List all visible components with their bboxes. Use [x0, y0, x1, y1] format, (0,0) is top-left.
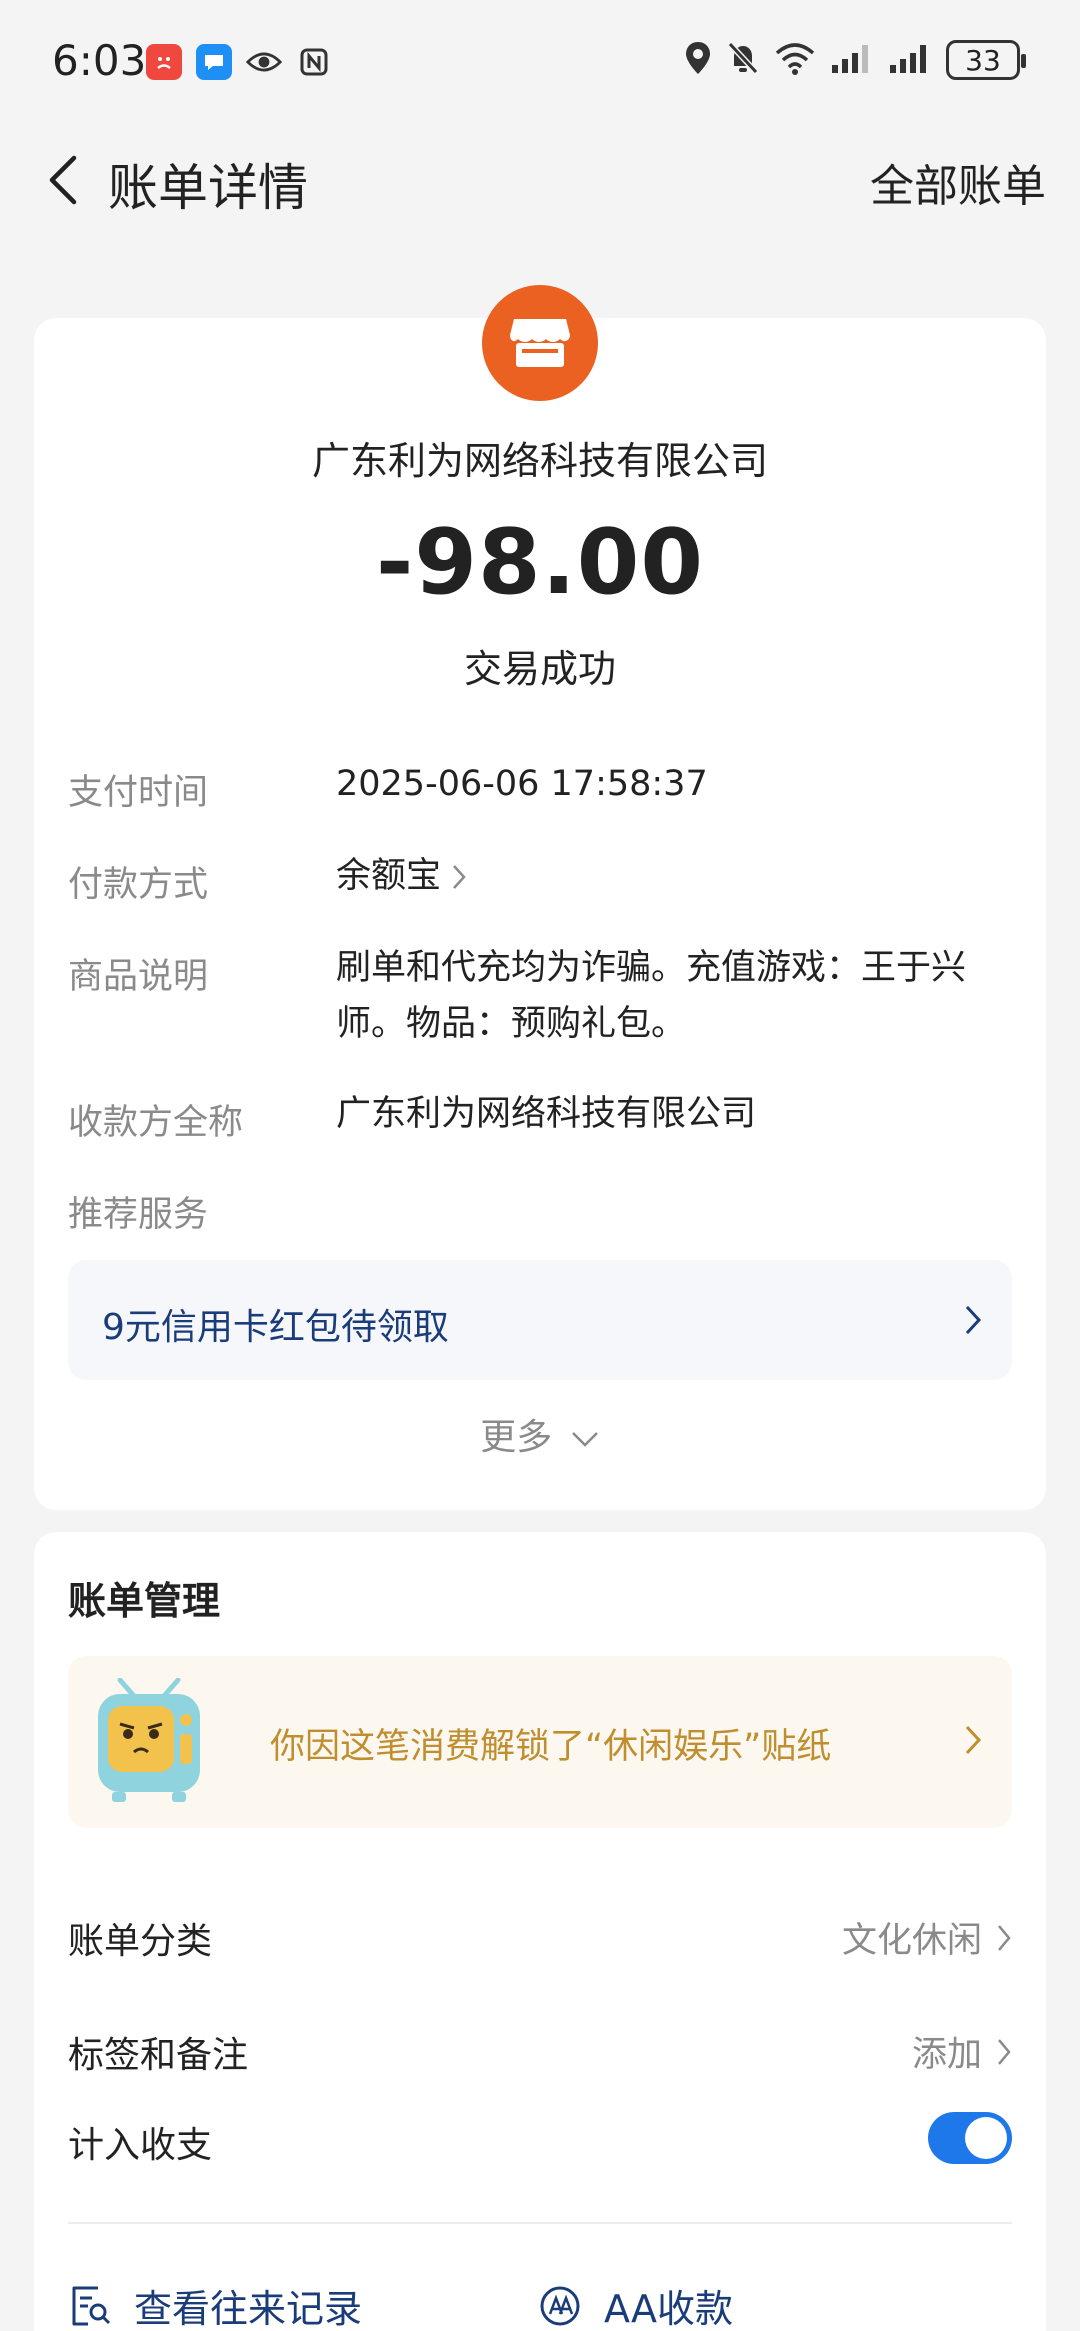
status-left-icons	[146, 44, 332, 80]
divider	[68, 2222, 1012, 2224]
back-arrow-icon[interactable]	[32, 150, 92, 210]
detail-value-description: 刷单和代充均为诈骗。充值游戏：王于兴师。物品：预购礼包。	[336, 948, 967, 1044]
bill-category-text: 文化休闲	[841, 1921, 982, 1961]
chevron-right-icon	[965, 1305, 982, 1335]
tv-sticker-icon	[98, 1678, 200, 1802]
location-icon	[684, 40, 712, 80]
page-title: 账单详情	[108, 159, 308, 217]
message-icon	[196, 44, 232, 80]
view-records-button[interactable]: 查看往来记录	[68, 2278, 362, 2331]
nfc-icon	[296, 44, 332, 80]
transaction-card: 广东利为网络科技有限公司 -98.00 交易成功 支付时间 2025-06-06…	[34, 285, 1046, 1510]
tags-notes-value[interactable]: 添加	[912, 2026, 1012, 2077]
detail-label-pay-time: 支付时间	[68, 773, 209, 813]
chevron-right-icon	[965, 1725, 982, 1755]
merchant-logo	[482, 285, 598, 401]
view-records-label: 查看往来记录	[134, 2287, 363, 2331]
chevron-right-icon	[998, 2038, 1011, 2065]
bill-category-label: 账单分类	[68, 1921, 213, 1962]
chevron-right-icon	[998, 1924, 1011, 1951]
sticker-text: 你因这笔消费解锁了“休闲娱乐”贴纸	[270, 1727, 832, 1767]
sticker-banner[interactable]: 你因这笔消费解锁了“休闲娱乐”贴纸	[68, 1656, 1012, 1828]
all-bills-link[interactable]: 全部账单	[870, 150, 1046, 214]
chevron-down-icon	[571, 1432, 598, 1447]
more-label: 更多	[480, 1417, 553, 1458]
aa-collect-button[interactable]: AA收款	[538, 2278, 733, 2331]
include-in-stats-toggle[interactable]	[928, 2112, 1012, 2164]
battery-indicator: 33	[946, 40, 1026, 80]
aa-icon	[540, 2286, 580, 2325]
toggle-knob	[965, 2117, 1007, 2159]
detail-value-pay-method[interactable]: 余额宝	[336, 848, 1016, 904]
merchant-name: 广东利为网络科技有限公司	[311, 439, 768, 483]
tags-notes-label: 标签和备注	[68, 2035, 249, 2076]
tags-notes-text: 添加	[911, 2035, 982, 2075]
eye-icon	[246, 44, 282, 80]
header: 账单详情 全部账单	[0, 130, 1080, 230]
signal-icon	[830, 41, 874, 79]
store-icon	[510, 319, 570, 367]
transaction-status: 交易成功	[463, 647, 616, 691]
chevron-right-icon	[453, 865, 466, 889]
promo-banner[interactable]: 9元信用卡红包待领取	[68, 1260, 1012, 1380]
more-toggle[interactable]: 更多	[34, 1408, 1046, 1460]
detail-value-pay-time: 2025-06-06 17:58:37	[336, 764, 708, 804]
detail-label-recommended: 推荐服务	[68, 1195, 209, 1235]
section-title: 账单管理	[68, 1579, 221, 1623]
status-right-icons: 33	[684, 40, 1026, 80]
pay-method-text: 余额宝	[336, 856, 442, 896]
status-time: 6:03	[52, 36, 147, 85]
detail-label-pay-method: 付款方式	[68, 865, 209, 905]
wifi-icon	[774, 41, 816, 79]
aa-collect-label: AA收款	[604, 2287, 734, 2331]
status-bar: 6:03 33	[0, 0, 1080, 120]
include-in-stats-label: 计入收支	[68, 2125, 213, 2166]
detail-value-payee: 广东利为网络科技有限公司	[336, 1094, 757, 1134]
records-icon	[72, 2286, 111, 2325]
detail-label-payee: 收款方全称	[68, 1103, 244, 1143]
promo-text: 9元信用卡红包待领取	[102, 1307, 449, 1348]
transaction-amount: -98.00	[375, 510, 705, 615]
app-notification-icon	[146, 44, 182, 80]
bill-category-value[interactable]: 文化休闲	[842, 1912, 1012, 1963]
mute-icon	[726, 40, 760, 80]
detail-label-description: 商品说明	[68, 957, 209, 997]
screen: 6:03 33 账单详情 全部账单 广东利为网络科技有限公司 -98.00 交易…	[0, 0, 1080, 2331]
bill-management-card: 账单管理 你因这笔消费解锁了“休闲娱乐”贴纸 账单分类 文化休闲 标签和备注 添…	[34, 1532, 1046, 2331]
signal-icon	[888, 41, 932, 79]
